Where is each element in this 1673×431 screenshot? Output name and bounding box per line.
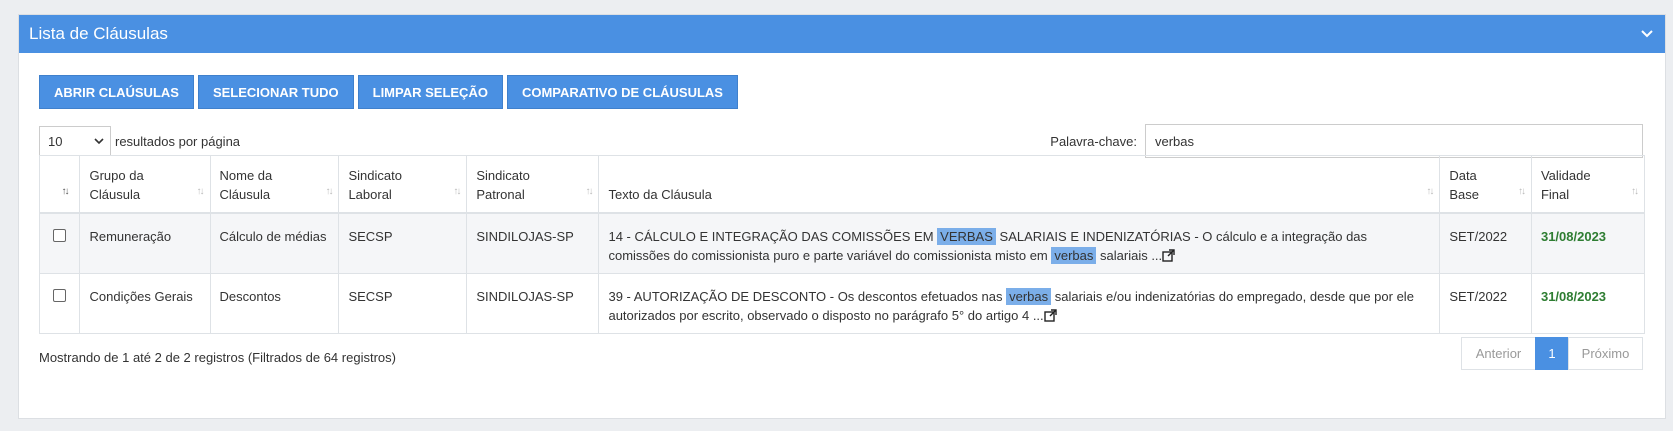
clauses-panel: Lista de Cláusulas ABRIR CLAÚSULAS SELEC…: [18, 14, 1666, 419]
header-patronal-l2: Patronal: [476, 186, 525, 202]
search-control: Palavra-chave:: [1050, 124, 1643, 158]
cell-validade: 31/08/2023: [1530, 272, 1646, 334]
open-clauses-button[interactable]: ABRIR CLAÚSULAS: [39, 75, 194, 109]
cell-texto: 14 - CÁLCULO E INTEGRAÇÃO DAS COMISSÕES …: [598, 212, 1441, 274]
page-length-label: resultados por página: [115, 133, 241, 149]
search-highlight: VERBAS: [937, 227, 996, 245]
column-texto[interactable]: Texto da Cláusula ↑↓: [598, 155, 1441, 214]
column-laboral[interactable]: Sindicato Laboral ↑↓: [338, 155, 468, 214]
page-length-value: 10: [48, 133, 63, 149]
header-patronal-l1: Sindicato: [476, 167, 530, 183]
header-laboral-l1: Sindicato: [348, 167, 402, 183]
header-grupo-l1: Grupo da: [89, 167, 144, 183]
search-label: Palavra-chave:: [1050, 133, 1137, 149]
previous-page-button[interactable]: Anterior: [1461, 337, 1536, 370]
search-highlight: verbas: [1051, 246, 1097, 264]
clauses-table: ↑↓ Grupo da Cláusula ↑↓ Nome da Cláusula ↑↓ …: [38, 155, 1646, 334]
row-checkbox[interactable]: [53, 288, 67, 302]
header-nome-l1: Nome da: [219, 167, 273, 183]
header-validade-l1: Validade: [1540, 167, 1591, 183]
search-highlight: verbas: [1006, 287, 1052, 305]
header-database-l1: Data: [1449, 167, 1477, 183]
sort-icon: ↑↓: [453, 185, 461, 197]
header-texto: Texto da Cláusula: [608, 186, 712, 202]
table-row[interactable]: Condições Gerais Descontos SECSP SINDILO…: [38, 272, 1646, 334]
column-select[interactable]: ↑↓: [38, 155, 81, 214]
row-checkbox[interactable]: [53, 228, 67, 242]
sort-icon: ↑↓: [1631, 185, 1639, 197]
cell-data-base: SET/2022: [1439, 272, 1532, 334]
header-database-l2: Base: [1449, 186, 1479, 202]
panel-header[interactable]: Lista de Cláusulas: [19, 15, 1665, 53]
page-length-select[interactable]: 10: [39, 126, 111, 156]
cell-patronal: SINDILOJAS-SP: [466, 212, 600, 274]
toolbar: ABRIR CLAÚSULAS SELECIONAR TUDO LIMPAR S…: [39, 75, 738, 109]
external-link-icon[interactable]: [1162, 248, 1175, 262]
header-grupo-l2: Cláusula: [89, 186, 141, 202]
chevron-down-icon[interactable]: [1641, 30, 1653, 38]
panel-title: Lista de Cláusulas: [29, 24, 168, 43]
texto-part: 14 - CÁLCULO E INTEGRAÇÃO DAS COMISSÕES …: [608, 228, 938, 244]
header-validade-l2: Final: [1540, 186, 1570, 202]
sort-icon: ↑↓: [1517, 185, 1526, 197]
row-select-cell: [38, 212, 81, 274]
sort-icon: ↑↓: [61, 185, 69, 197]
row-select-cell: [38, 272, 81, 334]
chevron-down-icon: [94, 137, 104, 144]
sort-icon: ↑↓: [585, 185, 593, 197]
compare-clauses-button[interactable]: COMPARATIVO DE CLÁUSULAS: [506, 75, 738, 109]
page-1-button[interactable]: 1: [1535, 337, 1569, 370]
sort-icon: ↑↓: [1426, 185, 1434, 197]
cell-laboral: SECSP: [338, 212, 468, 274]
cell-nome: Descontos: [209, 272, 340, 334]
sort-icon: ↑↓: [325, 185, 333, 197]
page-length-control: 10 resultados por página: [39, 126, 240, 156]
column-data-base[interactable]: Data Base ↑↓: [1439, 155, 1532, 214]
next-page-button[interactable]: Próximo: [1568, 337, 1643, 370]
header-nome-l2: Cláusula: [219, 186, 271, 202]
cell-data-base: SET/2022: [1439, 212, 1532, 274]
pagination: Anterior 1 Próximo: [1461, 337, 1643, 370]
search-input[interactable]: [1145, 124, 1643, 158]
table-header-row: ↑↓ Grupo da Cláusula ↑↓ Nome da Cláusula ↑↓ …: [38, 155, 1646, 214]
external-link-icon[interactable]: [1043, 308, 1057, 322]
table-row[interactable]: Remuneração Cálculo de médias SECSP SIND…: [38, 212, 1646, 274]
texto-part: salariais ...: [1096, 247, 1163, 263]
cell-grupo: Remuneração: [79, 212, 211, 274]
column-grupo[interactable]: Grupo da Cláusula ↑↓: [79, 155, 211, 214]
column-patronal[interactable]: Sindicato Patronal ↑↓: [466, 155, 600, 214]
sort-icon: ↑↓: [196, 185, 205, 197]
column-nome[interactable]: Nome da Cláusula ↑↓: [209, 155, 340, 214]
table-info: Mostrando de 1 até 2 de 2 registros (Fil…: [39, 350, 396, 365]
cell-grupo: Condições Gerais: [79, 272, 211, 334]
texto-part: 39 - AUTORIZAÇÃO DE DESCONTO - Os descon…: [608, 288, 1007, 304]
cell-validade: 31/08/2023: [1530, 212, 1646, 274]
cell-laboral: SECSP: [338, 272, 468, 334]
column-validade[interactable]: Validade Final ↑↓: [1530, 155, 1646, 214]
cell-texto: 39 - AUTORIZAÇÃO DE DESCONTO - Os descon…: [598, 272, 1441, 334]
select-all-button[interactable]: SELECIONAR TUDO: [197, 75, 354, 109]
clear-selection-button[interactable]: LIMPAR SELEÇÃO: [357, 75, 503, 109]
cell-patronal: SINDILOJAS-SP: [466, 272, 600, 334]
cell-nome: Cálculo de médias: [209, 212, 340, 274]
header-laboral-l2: Laboral: [348, 186, 392, 202]
